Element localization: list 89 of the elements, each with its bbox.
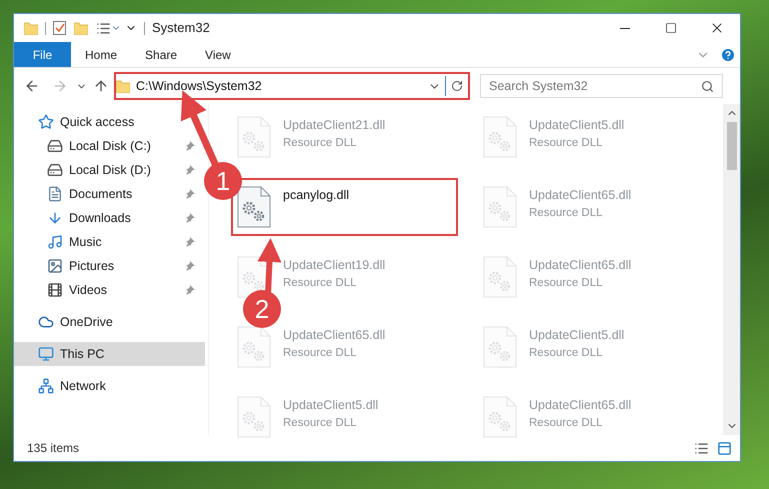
- pc-icon: [38, 346, 54, 362]
- gear-document-icon: [237, 116, 271, 158]
- ribbon-tab[interactable]: File: [14, 42, 71, 67]
- nav-item[interactable]: Music: [14, 230, 197, 254]
- nav-label: Music: [69, 234, 103, 251]
- system-drive-icon: [47, 138, 63, 154]
- nav-label: This PC: [60, 346, 106, 363]
- gear-document-icon: [237, 396, 271, 438]
- file-type: Resource DLL: [283, 276, 358, 291]
- videos-icon: [47, 282, 63, 298]
- window-title: System32: [152, 19, 210, 38]
- details-view-icon[interactable]: [694, 440, 709, 456]
- file-type: Resource DLL: [529, 276, 604, 291]
- gear-document-icon: [483, 186, 517, 228]
- gear-document-icon: [483, 116, 517, 158]
- file-type: Resource DLL: [529, 416, 604, 431]
- ribbon-tab[interactable]: Share: [131, 42, 192, 67]
- nav-label: OneDrive: [60, 314, 114, 331]
- nav-item[interactable]: Network: [14, 374, 197, 398]
- nav-item[interactable]: Downloads: [14, 206, 197, 230]
- cloud-icon: [38, 314, 54, 330]
- file-name: UpdateClient21.dll: [283, 117, 386, 134]
- scrollbar[interactable]: [723, 104, 740, 435]
- file-name: UpdateClient19.dll: [283, 257, 386, 274]
- nav-label: Network: [60, 378, 107, 395]
- up-icon[interactable]: [93, 78, 109, 94]
- step-number-badge: 1: [204, 162, 242, 200]
- gear-document-icon: [483, 326, 517, 368]
- ribbon-tab[interactable]: Home: [71, 42, 132, 67]
- file-name: UpdateClient65.dll: [529, 187, 632, 204]
- file-type: Resource DLL: [283, 416, 358, 431]
- search-icon[interactable]: [701, 80, 714, 92]
- address-path: C:\Windows\System32: [136, 78, 263, 95]
- file-name: UpdateClient65.dll: [529, 397, 632, 414]
- scroll-thumb[interactable]: [726, 122, 736, 170]
- nav-label: Videos: [69, 282, 108, 299]
- file-name: UpdateClient65.dll: [529, 257, 632, 274]
- nav-item[interactable]: Local Disk (C:): [14, 134, 197, 158]
- star-icon: [38, 114, 54, 130]
- properties-icon[interactable]: [96, 20, 111, 36]
- folder-icon: [24, 22, 38, 34]
- file-name: UpdateClient65.dll: [283, 327, 386, 344]
- nav-label: Documents: [69, 186, 134, 203]
- file-name: UpdateClient5.dll: [529, 117, 624, 134]
- file-type: Resource DLL: [529, 346, 604, 361]
- help-icon[interactable]: [720, 46, 736, 62]
- downloads-icon: [47, 210, 63, 226]
- nav-label: Pictures: [69, 258, 116, 275]
- gear-document-icon: [237, 326, 271, 368]
- file-type: Resource DLL: [529, 136, 604, 151]
- file-type: Resource DLL: [529, 206, 604, 221]
- folder-icon: [116, 80, 130, 92]
- file-name: pcanylog.dll: [283, 187, 350, 204]
- nav-item[interactable]: Quick access: [14, 110, 197, 134]
- search-field[interactable]: Search System32: [480, 74, 723, 98]
- nav-item[interactable]: Documents: [14, 182, 197, 206]
- file-name: UpdateClient5.dll: [529, 327, 624, 344]
- documents-icon: [47, 186, 63, 202]
- nav-label: Quick access: [60, 114, 136, 131]
- gear-document-icon: [237, 186, 271, 228]
- file-type: Resource DLL: [283, 136, 358, 151]
- nav-item[interactable]: OneDrive: [14, 310, 197, 334]
- network-icon: [38, 378, 54, 394]
- search-input[interactable]: Search System32: [489, 76, 701, 96]
- gear-document-icon: [483, 396, 517, 438]
- gear-document-icon: [483, 256, 517, 298]
- large-icons-view-icon[interactable]: [717, 440, 732, 456]
- refresh-icon[interactable]: [451, 80, 463, 92]
- item-count: 135 items: [27, 440, 80, 457]
- drive-icon: [47, 162, 63, 178]
- checkmark-icon: [53, 21, 66, 35]
- nav-item[interactable]: Videos: [14, 278, 197, 302]
- nav-item[interactable]: Local Disk (D:): [14, 158, 197, 182]
- ribbon-tab[interactable]: View: [191, 42, 245, 67]
- file-name: UpdateClient5.dll: [283, 397, 378, 414]
- music-icon: [47, 234, 63, 250]
- nav-label: Local Disk (D:): [69, 162, 152, 179]
- nav-item[interactable]: Pictures: [14, 254, 197, 278]
- nav-label: Local Disk (C:): [69, 138, 152, 155]
- file-tile[interactable]: pcanylog.dll: [231, 178, 458, 236]
- nav-item[interactable]: This PC: [14, 342, 205, 366]
- new-folder-icon: [74, 22, 88, 34]
- back-icon[interactable]: [24, 78, 40, 94]
- nav-label: Downloads: [69, 210, 132, 227]
- maximize-icon: [665, 22, 677, 34]
- pictures-icon: [47, 258, 63, 274]
- step-number-badge: 2: [243, 290, 281, 328]
- file-type: Resource DLL: [283, 346, 358, 361]
- address-field[interactable]: C:\Windows\System32: [114, 72, 470, 100]
